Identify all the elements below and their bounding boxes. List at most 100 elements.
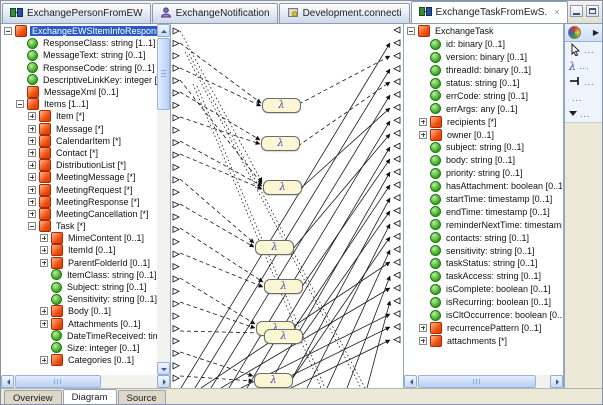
source-port-icon[interactable] (173, 40, 179, 46)
view-tab-source[interactable]: Source (118, 390, 166, 405)
collapse-minus-icon[interactable] (407, 27, 415, 35)
tree-row-left-18[interactable]: ItemId [0..1] (1, 244, 157, 256)
collapse-minus-icon[interactable] (4, 27, 12, 35)
tree-row-right-10[interactable]: body: string [0..1] (404, 154, 562, 167)
target-port-icon[interactable] (394, 324, 400, 330)
tree-row-right-20[interactable]: isComplete: boolean [0..1] (404, 283, 562, 296)
tree-row-left-19[interactable]: ParentFolderId [0..1] (1, 257, 157, 269)
source-port-icon[interactable] (173, 226, 179, 232)
tree-row-left-0[interactable]: ExchangeEWSItemInfoResponse (1, 25, 157, 37)
tree-row-left-12[interactable]: MeetingMessage [*] (1, 171, 157, 183)
tree-row-left-21[interactable]: Subject: string [0..1] (1, 281, 157, 293)
target-port-icon[interactable] (394, 221, 400, 227)
expand-plus-icon[interactable] (419, 131, 427, 139)
target-port-icon[interactable] (394, 298, 400, 304)
source-port-icon[interactable] (173, 102, 179, 108)
target-port-icon[interactable] (394, 182, 400, 188)
target-port-icon[interactable] (394, 233, 400, 239)
expand-plus-icon[interactable] (28, 161, 36, 169)
source-port-icon[interactable] (173, 338, 179, 344)
restore-icon[interactable] (586, 5, 599, 17)
lambda-functoid-2[interactable]: λ (263, 180, 302, 195)
collapse-minus-icon[interactable] (28, 222, 36, 230)
expand-plus-icon[interactable] (40, 234, 48, 242)
right-panel-hscrollbar[interactable] (404, 375, 563, 388)
tree-row-left-8[interactable]: Message [*] (1, 123, 157, 135)
expand-plus-icon[interactable] (28, 186, 36, 194)
lambda-functoid-3[interactable]: λ (255, 240, 294, 255)
tree-row-right-9[interactable]: subject: string [0..1] (404, 141, 562, 154)
tree-row-left-3[interactable]: ResponseCode: string [0..1] (1, 62, 157, 74)
lambda-functoid-0[interactable]: λ (262, 98, 301, 113)
source-port-icon[interactable] (173, 313, 179, 319)
source-port-icon[interactable] (173, 214, 179, 220)
tree-row-right-21[interactable]: isRecurring: boolean [0..1] (404, 296, 562, 309)
expand-plus-icon[interactable] (28, 198, 36, 206)
lambda-functoid-6[interactable]: λ (264, 329, 303, 344)
tree-row-left-7[interactable]: Item [*] (1, 110, 157, 122)
tree-row-left-9[interactable]: CalendarItem [*] (1, 135, 157, 147)
palette-header[interactable]: ▶ (565, 24, 602, 42)
expand-plus-icon[interactable] (28, 210, 36, 218)
lambda-functoid-4[interactable]: λ (264, 279, 303, 294)
source-port-icon[interactable] (173, 363, 179, 369)
left-panel-vscrollbar[interactable] (157, 24, 170, 375)
more-tools[interactable]: ... (565, 90, 602, 106)
source-port-icon[interactable] (173, 288, 179, 294)
expand-plus-icon[interactable] (40, 320, 48, 328)
expand-plus-icon[interactable] (40, 246, 48, 254)
tree-row-left-13[interactable]: MeetingRequest [*] (1, 183, 157, 195)
source-port-icon[interactable] (173, 53, 179, 59)
scroll-down-icon[interactable] (157, 362, 170, 375)
target-port-icon[interactable] (394, 156, 400, 162)
tree-row-left-2[interactable]: MessageText: string [0..1] (1, 49, 157, 61)
tree-row-right-13[interactable]: startTime: timestamp [0..1] (404, 193, 562, 206)
target-port-icon[interactable] (394, 143, 400, 149)
mapping-canvas[interactable]: λλλλλλλλ (171, 24, 404, 388)
source-port-icon[interactable] (173, 152, 179, 158)
close-icon[interactable]: × (554, 8, 559, 17)
lambda-functoid-7[interactable]: λ (254, 373, 293, 388)
tree-row-right-7[interactable]: recipients [*] (404, 115, 562, 128)
hscroll-thumb[interactable] (15, 375, 101, 388)
tree-row-right-12[interactable]: hasAttachment: boolean [0..1] (404, 180, 562, 193)
source-port-icon[interactable] (173, 127, 179, 133)
editor-tab-1[interactable]: ExchangeNotification (152, 3, 278, 23)
tree-row-left-26[interactable]: Size: integer [0..1] (1, 342, 157, 354)
tree-row-left-24[interactable]: Attachments [0..1] (1, 318, 157, 330)
source-port-icon[interactable] (173, 202, 179, 208)
expand-plus-icon[interactable] (28, 125, 36, 133)
editor-tab-3[interactable]: ExchangeTaskFromEwS.× (411, 1, 568, 23)
source-port-icon[interactable] (173, 251, 179, 257)
source-port-icon[interactable] (173, 189, 179, 195)
tree-row-right-16[interactable]: contacts: string [0..1] (404, 231, 562, 244)
tree-row-left-15[interactable]: MeetingCancellation [*] (1, 208, 157, 220)
connection-tool[interactable]: ... (565, 74, 602, 90)
tree-row-right-11[interactable]: priority: string [0..1] (404, 167, 562, 180)
source-port-icon[interactable] (173, 90, 179, 96)
source-port-icon[interactable] (173, 65, 179, 71)
target-port-icon[interactable] (394, 285, 400, 291)
scroll-right-icon[interactable] (550, 375, 563, 388)
expand-plus-icon[interactable] (40, 307, 48, 315)
source-port-icon[interactable] (173, 276, 179, 282)
tree-row-left-22[interactable]: Sensitivity: string [0..1] (1, 293, 157, 305)
target-port-icon[interactable] (394, 92, 400, 98)
source-port-icon[interactable] (173, 115, 179, 121)
tree-row-right-18[interactable]: taskStatus: string [0..1] (404, 257, 562, 270)
target-port-icon[interactable] (394, 53, 400, 59)
lambda-tool[interactable]: λ... (565, 58, 602, 74)
source-port-icon[interactable] (173, 239, 179, 245)
tree-row-left-14[interactable]: MeetingResponse [*] (1, 196, 157, 208)
view-tab-overview[interactable]: Overview (4, 390, 62, 405)
source-port-icon[interactable] (173, 28, 179, 34)
expand-plus-icon[interactable] (419, 118, 427, 126)
source-port-icon[interactable] (173, 350, 179, 356)
hscroll-thumb[interactable] (418, 375, 536, 388)
target-port-icon[interactable] (394, 246, 400, 252)
target-port-icon[interactable] (394, 104, 400, 110)
select-tool[interactable]: ... (565, 42, 602, 58)
target-port-icon[interactable] (394, 195, 400, 201)
tree-row-left-10[interactable]: Contact [*] (1, 147, 157, 159)
target-port-icon[interactable] (394, 27, 400, 33)
